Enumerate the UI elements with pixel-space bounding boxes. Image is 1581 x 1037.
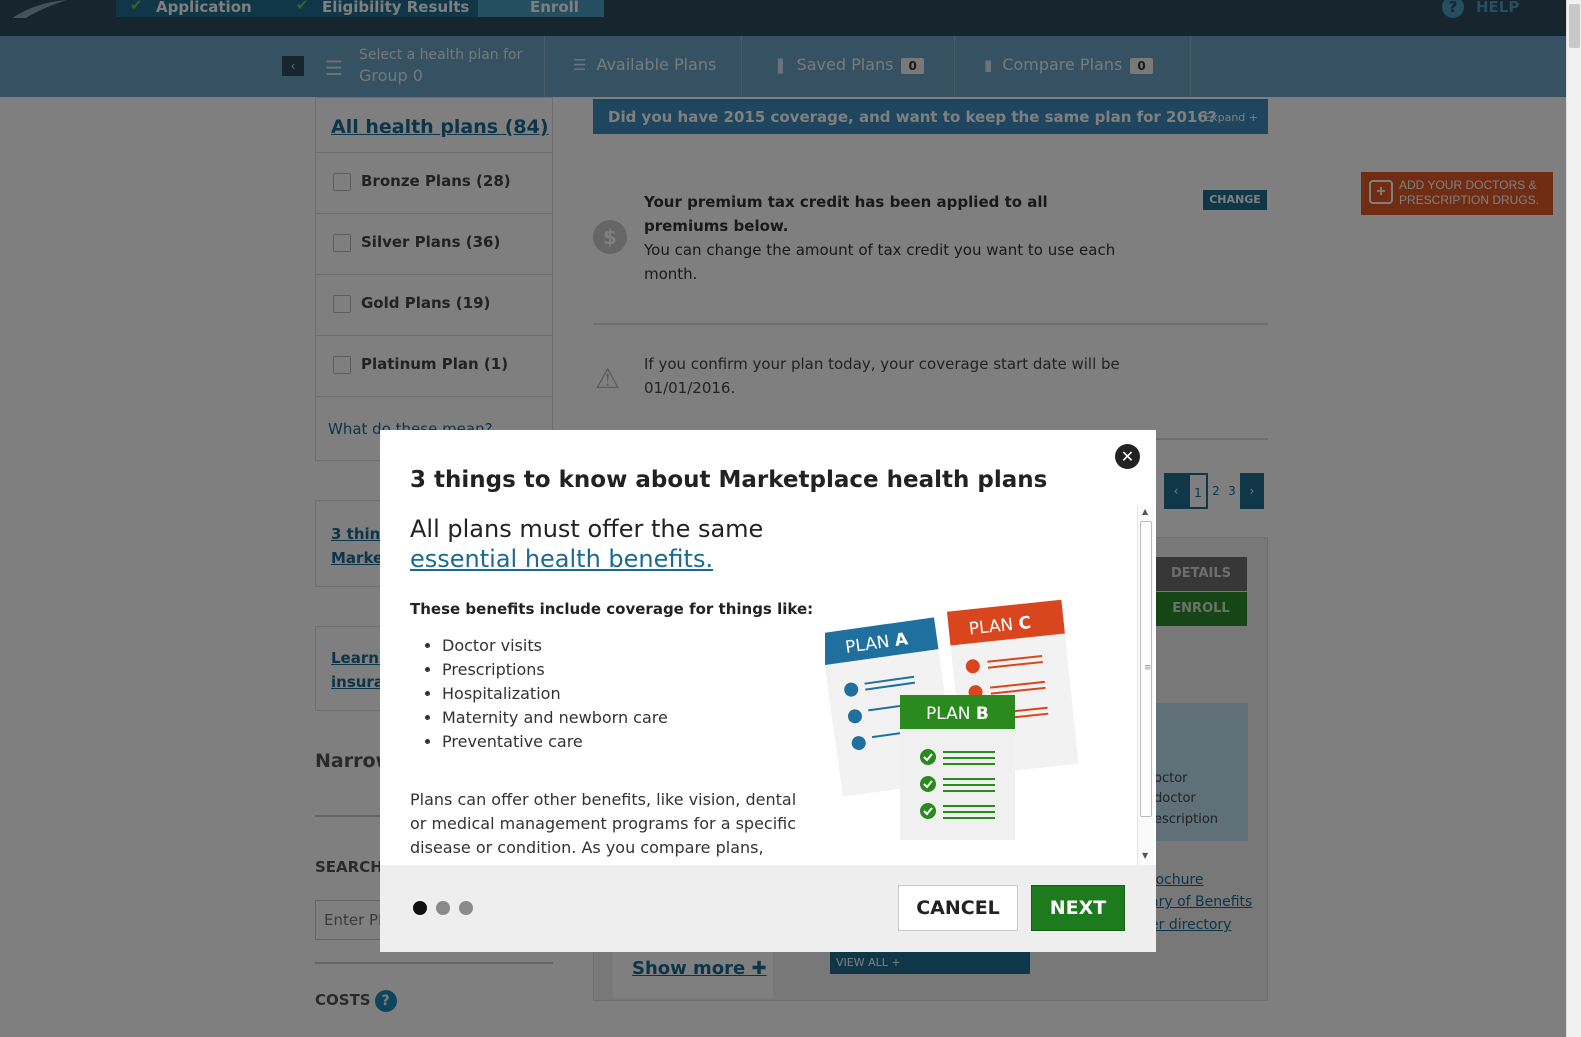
page-scrollbar[interactable]	[1566, 0, 1581, 1037]
dialog-title: 3 things to know about Marketplace healt…	[410, 467, 1048, 493]
list-item: Doctor visits	[442, 634, 668, 658]
plan-cards-illustration: PLAN C PLAN A PLAN B	[825, 599, 1079, 840]
benefits-heading: All plans must offer the same essential …	[410, 515, 764, 573]
benefits-list: Doctor visits Prescriptions Hospitalizat…	[442, 634, 668, 754]
list-item: Preventative care	[442, 730, 668, 754]
step-dot-2[interactable]	[436, 901, 450, 915]
next-button[interactable]: NEXT	[1031, 885, 1125, 931]
other-benefits-paragraph: Plans can offer other benefits, like vis…	[410, 790, 797, 865]
close-icon[interactable]: ✕	[1115, 444, 1140, 469]
step-indicator	[413, 901, 473, 915]
dialog-body: All plans must offer the same essential …	[380, 505, 1136, 865]
list-item: Prescriptions	[442, 658, 668, 682]
dialog-footer: CANCEL NEXT	[380, 865, 1156, 952]
cancel-button[interactable]: CANCEL	[898, 885, 1018, 931]
dialog-scrollbar[interactable]: ▲ ≡ ▼	[1137, 505, 1154, 865]
essential-health-benefits-link[interactable]: essential health benefits.	[410, 545, 713, 573]
step-dot-1[interactable]	[413, 901, 427, 915]
list-item: Maternity and newborn care	[442, 706, 668, 730]
benefits-subheading: These benefits include coverage for thin…	[410, 600, 814, 618]
scroll-up-icon[interactable]: ▲	[1142, 507, 1148, 516]
scrollbar-thumb[interactable]	[1569, 4, 1580, 48]
marketplace-info-dialog: ✕ 3 things to know about Marketplace hea…	[380, 430, 1156, 952]
grip-icon: ≡	[1144, 663, 1152, 673]
svg-text:PLAN B: PLAN B	[926, 704, 989, 724]
scroll-down-icon[interactable]: ▼	[1142, 851, 1148, 860]
list-item: Hospitalization	[442, 682, 668, 706]
step-dot-3[interactable]	[459, 901, 473, 915]
